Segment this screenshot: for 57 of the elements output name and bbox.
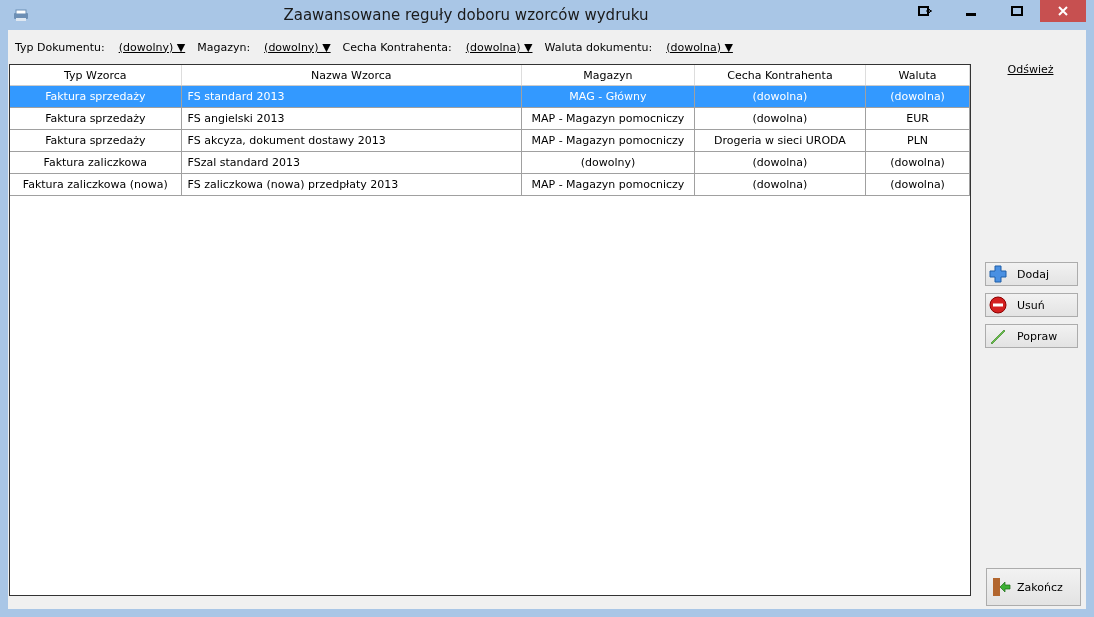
table-cell: (dowolna) xyxy=(694,107,866,130)
filter-dropdown[interactable]: (dowolna) ▼ xyxy=(666,40,733,54)
table-cell: Faktura zaliczkowa xyxy=(10,151,182,174)
table-cell: (dowolna) xyxy=(865,173,970,196)
printer-icon xyxy=(12,8,30,22)
table-row[interactable]: Faktura zaliczkowa (nowa) FS zaliczkowa (nowa) przedpłaty 2013 MAP - Magazyn pomocniczy (dowolna) (dowolna) xyxy=(10,173,970,196)
table-cell: MAG - Główny xyxy=(521,85,695,108)
table-cell: FSzal standard 2013 xyxy=(181,151,522,174)
edit-button[interactable]: Popraw xyxy=(985,324,1078,348)
refresh-link[interactable]: Odśwież xyxy=(1007,63,1054,76)
table-cell: Faktura zaliczkowa (nowa) xyxy=(10,173,182,196)
table-cell: (dowolny) xyxy=(521,151,695,174)
add-button[interactable]: Dodaj xyxy=(985,262,1078,286)
column-header[interactable]: Magazyn xyxy=(521,65,695,86)
table-cell: (dowolna) xyxy=(865,151,970,174)
filter-dropdown[interactable]: (dowolna) ▼ xyxy=(465,40,533,54)
door-exit-icon xyxy=(991,577,1011,597)
table-cell: Faktura sprzedaży xyxy=(10,107,182,130)
filter-dropdown[interactable]: (dowolny) ▼ xyxy=(118,40,186,54)
filter-label: Waluta dokumentu: xyxy=(544,40,653,54)
exit-window-icon xyxy=(918,6,932,16)
no-entry-icon xyxy=(989,296,1007,314)
table-cell: PLN xyxy=(865,129,970,152)
table-cell: MAP - Magazyn pomocniczy xyxy=(521,107,695,130)
close-button[interactable]: Zakończ xyxy=(986,568,1081,606)
filter-label: Typ Dokumentu: xyxy=(15,40,105,54)
close-button[interactable] xyxy=(1040,0,1086,22)
table-cell: EUR xyxy=(865,107,970,130)
table-row[interactable]: Faktura zaliczkowa FSzal standard 2013 (dowolny) (dowolna) (dowolna) xyxy=(10,151,970,174)
filter-label: Cecha Kontrahenta: xyxy=(342,40,452,54)
table-cell: Faktura sprzedaży xyxy=(10,129,182,152)
table-cell: Drogeria w sieci URODA xyxy=(694,129,866,152)
table-cell: (dowolna) xyxy=(694,173,866,196)
filter-dropdown[interactable]: (dowolny) ▼ xyxy=(264,40,331,54)
window-title: Zaawansowane reguły doboru wzorców wydruku xyxy=(282,6,650,24)
table-row[interactable]: Faktura sprzedaży FS akcyza, dokument dostawy 2013 MAP - Magazyn pomocniczy Drogeria w sieci URODA PLN xyxy=(10,129,970,152)
table-row[interactable]: Faktura sprzedaży FS angielski 2013 MAP - Magazyn pomocniczy (dowolna) EUR xyxy=(10,107,970,130)
table-cell: (dowolna) xyxy=(694,85,866,108)
table-cell: MAP - Magazyn pomocniczy xyxy=(521,173,695,196)
column-header[interactable]: Typ Wzorca xyxy=(10,65,182,86)
plus-icon xyxy=(989,265,1007,283)
remove-button[interactable]: Usuń xyxy=(985,293,1078,317)
table-cell: (dowolna) xyxy=(694,151,866,174)
column-header[interactable]: Nazwa Wzorca xyxy=(181,65,522,86)
minimize-icon xyxy=(966,12,976,16)
table-cell: FS angielski 2013 xyxy=(181,107,522,130)
table-cell: FS akcyza, dokument dostawy 2013 xyxy=(181,129,522,152)
column-header[interactable]: Cecha Kontrahenta xyxy=(694,65,866,86)
column-header[interactable]: Waluta xyxy=(865,65,970,86)
table-cell: MAP - Magazyn pomocniczy xyxy=(521,129,695,152)
close-icon xyxy=(1058,6,1068,16)
table-cell: FS standard 2013 xyxy=(181,85,522,108)
filter-label: Magazyn: xyxy=(197,40,251,54)
table-cell: Faktura sprzedaży xyxy=(10,85,182,108)
pencil-icon xyxy=(989,327,1007,345)
maximize-icon xyxy=(1011,6,1023,16)
table-cell: FS zaliczkowa (nowa) przedpłaty 2013 xyxy=(181,173,522,196)
